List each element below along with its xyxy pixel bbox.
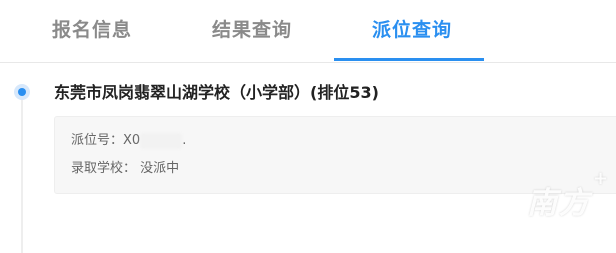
tab-registration-info[interactable]: 报名信息 bbox=[52, 16, 132, 44]
watermark-text: 南方 bbox=[527, 186, 591, 221]
redaction-blur bbox=[140, 132, 183, 149]
active-tab-indicator bbox=[334, 58, 484, 61]
tab-allocation-query[interactable]: 派位查询 bbox=[372, 16, 452, 44]
allocation-number-row: 派位号：X0. bbox=[71, 131, 186, 151]
timeline-dot-icon bbox=[14, 84, 30, 100]
allocation-number-label: 派位号：X0 bbox=[71, 133, 141, 148]
admission-school-label: 录取学校： bbox=[71, 161, 137, 176]
timeline-line bbox=[21, 92, 23, 253]
watermark-plus: + bbox=[593, 168, 609, 189]
admission-school-value: 没派中 bbox=[140, 161, 180, 176]
admission-school-row: 录取学校： 没派中 bbox=[71, 159, 179, 179]
tab-bar: 报名信息 结果查询 派位查询 bbox=[0, 0, 616, 63]
school-title: 东莞市凤岗翡翠山湖学校（小学部）(排位53) bbox=[54, 83, 379, 102]
tab-result-query[interactable]: 结果查询 bbox=[212, 16, 292, 44]
nanfang-watermark-logo: 南方 + bbox=[505, 160, 615, 240]
allocation-number-tail: . bbox=[182, 133, 187, 148]
